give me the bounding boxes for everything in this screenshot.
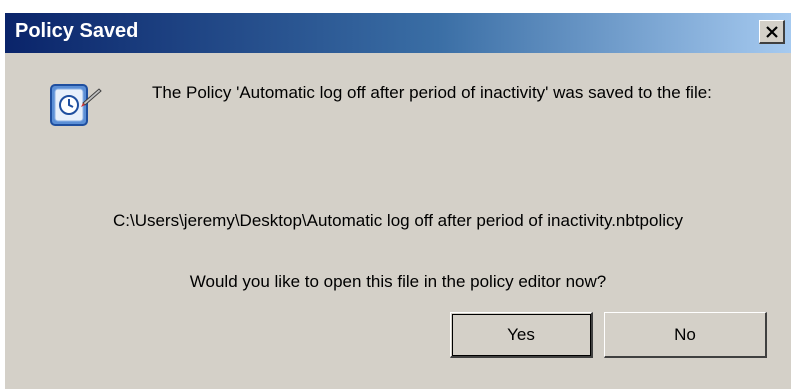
window-title: Policy Saved [15,20,139,42]
yes-button[interactable]: Yes [450,312,593,358]
file-path-text: C:\Users\jeremy\Desktop\Automatic log of… [112,211,684,230]
policy-info-icon [50,84,102,126]
close-button[interactable] [759,20,785,44]
policy-saved-dialog: Policy Saved The Policy 'Automatic log o… [5,13,791,389]
close-icon [765,25,778,38]
saved-message: The Policy 'Automatic log off after peri… [152,83,712,102]
title-bar[interactable]: Policy Saved [5,13,791,53]
open-question-text: Would you like to open this file in the … [189,272,607,291]
no-button[interactable]: No [604,312,767,358]
